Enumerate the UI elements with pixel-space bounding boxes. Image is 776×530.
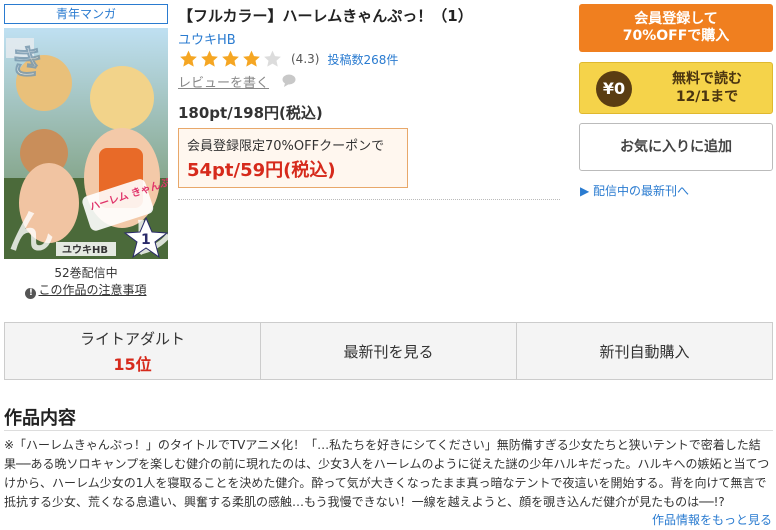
- exclamation-icon: !: [25, 288, 37, 299]
- star-icon: [222, 50, 239, 67]
- cover-author-text: ユウキHB: [62, 244, 108, 256]
- auto-purchase-button[interactable]: 新刊自動購入: [517, 323, 772, 379]
- coupon-price: 54pt/59円(税込): [187, 160, 336, 181]
- yen-coin-icon: ¥0: [596, 71, 632, 107]
- divider: [178, 199, 560, 200]
- notice-link[interactable]: ! この作品の注意事項: [4, 281, 168, 299]
- description: ※「ハーレムきゃんぷっ！」のタイトルでTVアニメ化！「…私たちを好きにシてくださ…: [4, 438, 770, 509]
- view-latest-label: 最新刊を見る: [343, 342, 434, 361]
- more-info-link[interactable]: 作品情報をもっと見る: [652, 511, 772, 528]
- add-favorite-button[interactable]: お気に入りに追加: [579, 123, 773, 171]
- section-title: 作品内容: [4, 408, 76, 429]
- notice-label[interactable]: この作品の注意事項: [38, 283, 146, 297]
- star-icon: [201, 50, 218, 67]
- coupon-label: 会員登録限定70%OFFクーポンで: [187, 139, 385, 154]
- free-read-button[interactable]: ¥0 無料で読む 12/1まで: [579, 62, 773, 114]
- review-count-link[interactable]: 投稿数268件: [327, 51, 398, 68]
- svg-text:ん: ん: [8, 205, 54, 259]
- register-line-2: 70%OFFで購入: [622, 28, 730, 44]
- genre-badge[interactable]: 青年マンガ: [4, 4, 168, 24]
- author-link[interactable]: ユウキHB: [178, 29, 236, 48]
- speech-bubble-icon: [282, 74, 296, 87]
- latest-volume-link[interactable]: ▶ 配信中の最新刊へ: [580, 182, 689, 199]
- cover-volume-text: 1: [141, 232, 151, 248]
- book-title: 【フルカラー】ハーレムきゃんぷっ！（1）: [178, 7, 473, 25]
- svg-text:き: き: [10, 43, 44, 83]
- rating-value: (4.3): [291, 52, 320, 66]
- ranking-light-adult[interactable]: ライトアダルト 15位: [5, 323, 261, 379]
- view-latest-button[interactable]: 最新刊を見る: [261, 323, 517, 379]
- rating: (4.3) 投稿数268件: [178, 49, 398, 69]
- volume-count: 52巻配信中: [54, 266, 118, 280]
- star-icon: [243, 50, 260, 67]
- star-icon: [180, 50, 197, 67]
- ranking-category: ライトアダルト: [79, 329, 185, 348]
- free-line-1: 無料で読む: [672, 71, 742, 87]
- section-divider: [4, 430, 773, 431]
- free-line-2: 12/1まで: [675, 89, 739, 105]
- book-cover[interactable]: き ん レ ハーレム きゃんぷっ 1 ユウキHB: [4, 28, 168, 259]
- action-bar: ライトアダルト 15位 最新刊を見る 新刊自動購入: [4, 322, 773, 380]
- star-empty-icon: [264, 50, 281, 67]
- auto-purchase-label: 新刊自動購入: [599, 342, 690, 361]
- register-purchase-button[interactable]: 会員登録して 70%OFFで購入: [579, 4, 773, 52]
- ranking-position: 15位: [113, 354, 152, 374]
- price: 180pt/198円(税込): [178, 104, 323, 122]
- coupon-box: 会員登録限定70%OFFクーポンで 54pt/59円(税込): [178, 128, 408, 188]
- register-line-1: 会員登録して: [634, 11, 718, 27]
- write-review-link[interactable]: レビューを書く: [178, 72, 269, 91]
